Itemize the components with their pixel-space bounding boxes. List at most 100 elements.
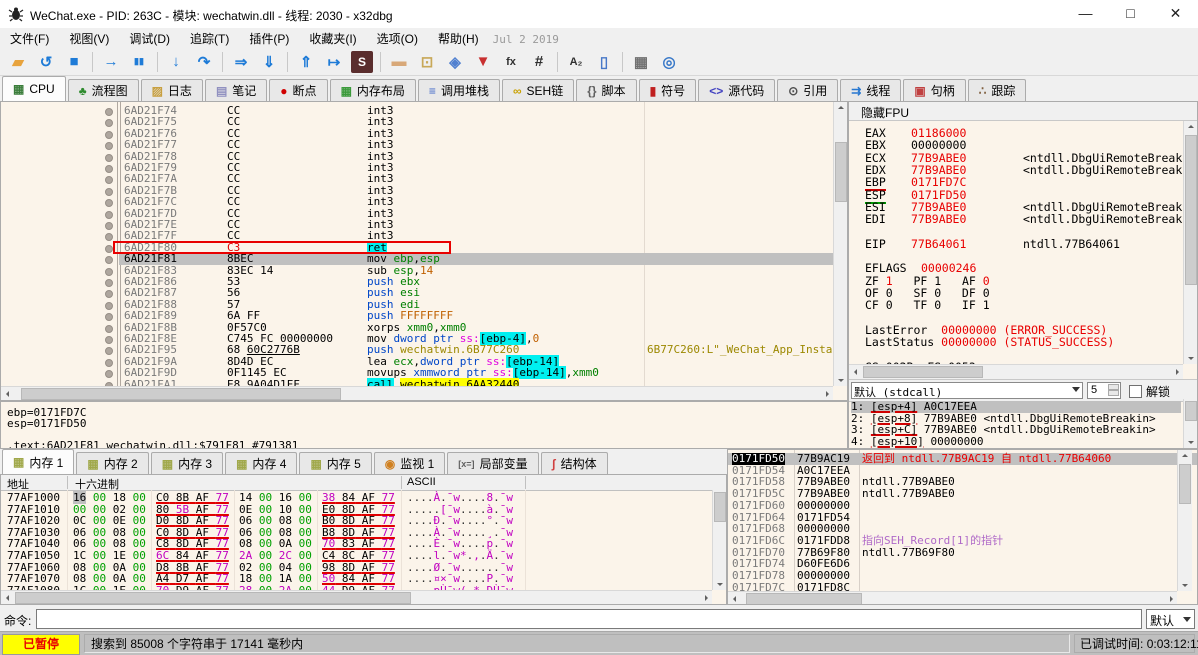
breakpoint-dot-icon[interactable]	[105, 359, 113, 367]
args-v-scrollbar[interactable]	[1183, 399, 1198, 448]
maximize-button[interactable]: □	[1108, 0, 1153, 28]
disasm-v-scrollbar[interactable]	[833, 102, 848, 386]
tab-symbols[interactable]: ▮符号	[639, 79, 697, 101]
tab-watch-1[interactable]: ◉监视 1	[374, 452, 446, 474]
scroll-arrow-icon[interactable]	[728, 592, 741, 605]
scroll-thumb[interactable]	[21, 388, 341, 400]
breakpoint-dot-icon[interactable]	[105, 154, 113, 162]
tab-notes[interactable]: ▤笔记	[205, 79, 267, 101]
register-line[interactable]: EIP77B64061ntdll.77B64061	[865, 237, 1120, 251]
comments-icon[interactable]: ⊡	[414, 49, 440, 75]
menu-item[interactable]: 插件(P)	[239, 28, 299, 48]
scroll-thumb[interactable]	[1185, 135, 1197, 285]
arg-count-stepper[interactable]: 5	[1087, 382, 1121, 399]
tab-dump-5[interactable]: ▦内存 5	[299, 452, 371, 474]
tab-call-stack[interactable]: ≡调用堆栈	[418, 79, 500, 101]
breakpoint-dot-icon[interactable]	[105, 256, 113, 264]
scroll-arrow-icon[interactable]	[699, 591, 712, 604]
functions-icon[interactable]: fx	[498, 49, 524, 75]
menu-item[interactable]: 收藏夹(I)	[299, 28, 366, 48]
tab-dump-1[interactable]: ▦内存 1	[2, 449, 74, 474]
hide-fpu-button[interactable]: 隐藏FPU	[849, 102, 1197, 121]
breakpoint-dot-icon[interactable]	[105, 290, 113, 298]
breakpoint-dot-icon[interactable]	[105, 165, 113, 173]
menu-item[interactable]: 选项(O)	[367, 28, 428, 48]
breakpoint-dot-icon[interactable]	[105, 325, 113, 333]
bookmarks-icon[interactable]: ▼	[470, 49, 496, 75]
stack-v-scrollbar[interactable]	[1177, 450, 1192, 591]
breakpoint-dot-icon[interactable]	[105, 188, 113, 196]
breakpoint-dot-icon[interactable]	[105, 119, 113, 127]
scroll-arrow-icon[interactable]	[1184, 435, 1197, 448]
run-to-user-code-icon[interactable]: ↦	[321, 49, 347, 75]
pause-icon[interactable]: ▮▮	[126, 49, 152, 75]
dump-v-scrollbar[interactable]	[712, 490, 727, 590]
step-into-icon[interactable]: ↓	[163, 49, 189, 75]
breakpoint-dot-icon[interactable]	[105, 108, 113, 116]
breakpoint-dot-icon[interactable]	[105, 199, 113, 207]
restart-icon[interactable]: ↺	[33, 49, 59, 75]
unlock-checkbox[interactable]: 解锁	[1129, 383, 1170, 400]
stack-row[interactable]: 0171FD5077B9AC19返回到 ntdll.77B9AC19 自 ntd…	[728, 453, 1197, 465]
run-trace-icon[interactable]: ⇒	[228, 49, 254, 75]
memory-dump-panel[interactable]: 地址 十六进制 ASCII 77AF100016 00 18 00C0 8B A…	[0, 474, 727, 605]
scroll-arrow-icon[interactable]	[1, 387, 14, 400]
scroll-thumb[interactable]	[714, 492, 726, 522]
breakpoint-dot-icon[interactable]	[105, 222, 113, 230]
tab-dump-2[interactable]: ▦内存 2	[76, 452, 148, 474]
close-button[interactable]: ✕	[1153, 0, 1198, 28]
open-file-icon[interactable]: ▰	[5, 49, 31, 75]
patches-icon[interactable]: ▬	[386, 49, 412, 75]
breakpoint-dot-icon[interactable]	[105, 370, 113, 378]
breakpoint-dot-icon[interactable]	[105, 302, 113, 310]
tab-memory-map[interactable]: ▦内存布局	[330, 79, 416, 101]
menu-item[interactable]: 追踪(T)	[180, 28, 239, 48]
breakpoint-dot-icon[interactable]	[105, 313, 113, 321]
breakpoint-dot-icon[interactable]	[105, 268, 113, 276]
calling-convention-select[interactable]: 默认 (stdcall)	[851, 382, 1083, 399]
stack-row[interactable]: 0171FD6C0171FDD8指向SEH_Record[1]的指针	[728, 535, 1197, 547]
disassembly-panel[interactable]: 6AD21F74CCint36AD21F75CCint36AD21F76CCin…	[0, 101, 848, 401]
dump-h-scrollbar[interactable]	[1, 590, 712, 605]
tab-references[interactable]: ⊙引用	[777, 79, 838, 101]
tab-locals[interactable]: [x=]局部变量	[447, 452, 538, 474]
run-icon[interactable]: →	[98, 49, 124, 75]
disasm-h-scrollbar[interactable]	[1, 386, 833, 401]
report-icon[interactable]: ▯	[591, 49, 617, 75]
breakpoint-dot-icon[interactable]	[105, 347, 113, 355]
tab-dump-4[interactable]: ▦内存 4	[225, 452, 297, 474]
register-line[interactable]: EDI77B9ABE0<ntdll.DbgUiRemoteBreakin>	[865, 212, 1198, 226]
scroll-thumb[interactable]	[15, 592, 411, 604]
scroll-arrow-icon[interactable]	[1178, 578, 1191, 591]
font-size-icon[interactable]: A₂	[563, 49, 589, 75]
scroll-arrow-icon[interactable]	[1184, 121, 1197, 134]
scroll-arrow-icon[interactable]	[1184, 351, 1197, 364]
breakpoint-dot-icon[interactable]	[105, 245, 113, 253]
breakpoint-dot-icon[interactable]	[105, 176, 113, 184]
step-over-icon[interactable]: ↷	[191, 49, 217, 75]
breakpoint-dot-icon[interactable]	[105, 279, 113, 287]
tab-seh[interactable]: ∞SEH链	[502, 79, 574, 101]
calculator-icon[interactable]: ▦	[628, 49, 654, 75]
tab-log[interactable]: ▨日志	[141, 79, 203, 101]
scroll-arrow-icon[interactable]	[834, 373, 847, 386]
scroll-thumb[interactable]	[1179, 464, 1191, 504]
breakpoint-dot-icon[interactable]	[105, 131, 113, 139]
call-argument-row[interactable]: 4: [esp+10] 00000000	[851, 436, 1181, 448]
breakpoint-dot-icon[interactable]	[105, 211, 113, 219]
menu-item[interactable]: 视图(V)	[59, 28, 119, 48]
stack-panel[interactable]: 0171FD5077B9AC19返回到 ntdll.77B9AC19 自 ntd…	[727, 449, 1198, 605]
tab-source[interactable]: <>源代码	[698, 79, 775, 101]
minimize-button[interactable]: —	[1063, 0, 1108, 28]
execute-till-return-icon[interactable]: ⇑	[293, 49, 319, 75]
scroll-thumb[interactable]	[835, 142, 847, 202]
tab-graph[interactable]: ♣流程图	[68, 79, 139, 101]
scroll-arrow-icon[interactable]	[713, 577, 726, 590]
menu-item[interactable]: 调试(D)	[119, 28, 180, 48]
registers-v-scrollbar[interactable]	[1183, 121, 1198, 364]
tab-trace[interactable]: ∴跟踪	[968, 79, 1027, 101]
disasm-row[interactable]: 6AD21F9D0F1145 ECmovups xmmword ptr ss:[…	[1, 367, 847, 378]
scroll-arrow-icon[interactable]	[1, 591, 14, 604]
scroll-thumb[interactable]	[746, 593, 862, 605]
scroll-thumb[interactable]	[1185, 401, 1197, 421]
